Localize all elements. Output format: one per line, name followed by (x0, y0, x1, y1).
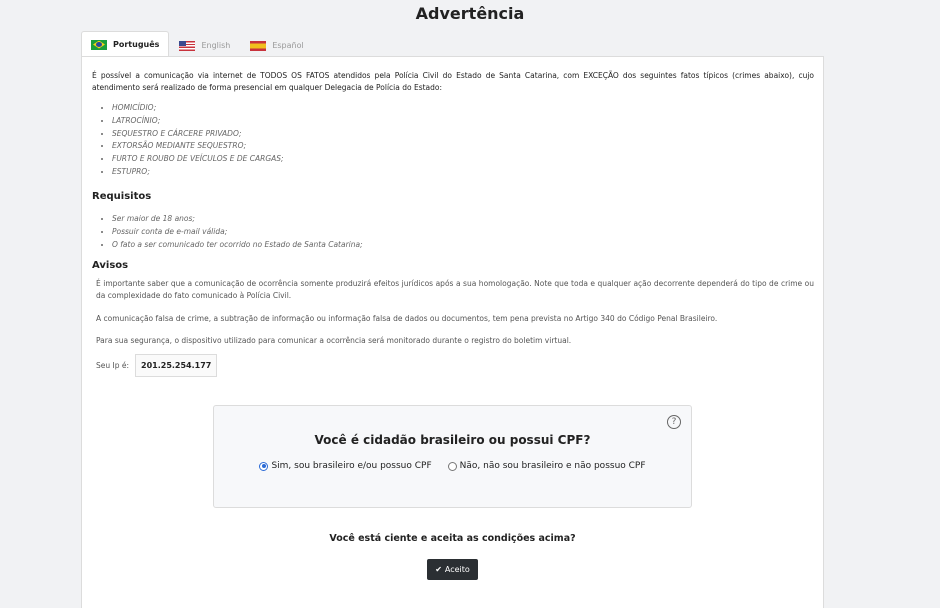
option-label: Sim, sou brasileiro e/ou possuo CPF (271, 461, 432, 471)
page-title: Advertência (415, 4, 525, 23)
notice-paragraph: A comunicação falsa de crime, a subtraçã… (96, 314, 718, 323)
language-tabs: Português English Español (81, 31, 314, 57)
notice-paragraph: Para sua segurança, o dispositivo utiliz… (96, 336, 572, 345)
notices-heading: Avisos (92, 260, 129, 271)
cpf-option-no[interactable]: Não, não sou brasileiro e não possuo CPF (447, 461, 646, 471)
ip-value: 201.25.254.177 (135, 354, 218, 377)
tab-label: Português (113, 40, 160, 49)
help-icon[interactable]: ? (667, 415, 681, 429)
list-item: SEQUESTRO E CÁRCERE PRIVADO; (112, 128, 284, 141)
cpf-options: Sim, sou brasileiro e/ou possuo CPF Não,… (214, 461, 691, 471)
list-item: ESTUPRO; (112, 166, 284, 179)
cpf-question-box: ? Você é cidadão brasileiro ou possui CP… (213, 405, 692, 508)
excluded-crimes-list: HOMICÍDIO; LATROCÍNIO; SEQUESTRO E CÁRCE… (92, 102, 284, 179)
list-item: EXTORSÃO MEDIANTE SEQUESTRO; (112, 140, 284, 153)
cpf-option-yes[interactable]: Sim, sou brasileiro e/ou possuo CPF (259, 461, 432, 471)
intro-text: É possível a comunicação via internet de… (92, 71, 814, 92)
list-item: LATROCÍNIO; (112, 115, 284, 128)
ip-label: Seu Ip é: (96, 361, 130, 370)
radio-button-yes[interactable] (259, 461, 269, 471)
cpf-question: Você é cidadão brasileiro ou possui CPF? (314, 433, 591, 447)
accept-button-label: Aceito (444, 565, 470, 574)
accept-button[interactable]: ✔ Aceito (427, 559, 478, 580)
requirements-list: Ser maior de 18 anos; Possuir conta de e… (92, 213, 363, 251)
list-item: O fato a ser comunicado ter ocorrido no … (112, 239, 363, 252)
check-icon: ✔ (435, 565, 442, 574)
ip-row: Seu Ip é: 201.25.254.177 (96, 354, 218, 377)
list-item: FURTO E ROUBO DE VEÍCULOS E DE CARGAS; (112, 153, 284, 166)
list-item: Possuir conta de e-mail válida; (112, 226, 363, 239)
tab-label: English (201, 41, 231, 50)
warning-content-panel: É possível a comunicação via internet de… (81, 56, 824, 608)
list-item: HOMICÍDIO; (112, 102, 284, 115)
accept-question: Você está ciente e aceita as condições a… (329, 533, 576, 544)
tab-english[interactable]: English (169, 33, 240, 57)
spain-flag-icon (250, 40, 267, 51)
tab-espanol[interactable]: Español (240, 33, 313, 57)
notice-paragraph: É importante saber que a comunicação de … (96, 279, 814, 300)
requirements-heading: Requisitos (92, 191, 152, 202)
tab-portugues[interactable]: Português (81, 31, 170, 57)
list-item: Ser maior de 18 anos; (112, 213, 363, 226)
usa-flag-icon (179, 40, 196, 51)
option-label: Não, não sou brasileiro e não possuo CPF (459, 461, 646, 471)
tab-label: Español (272, 41, 304, 50)
brazil-flag-icon (91, 39, 107, 50)
radio-button-no[interactable] (447, 461, 457, 471)
